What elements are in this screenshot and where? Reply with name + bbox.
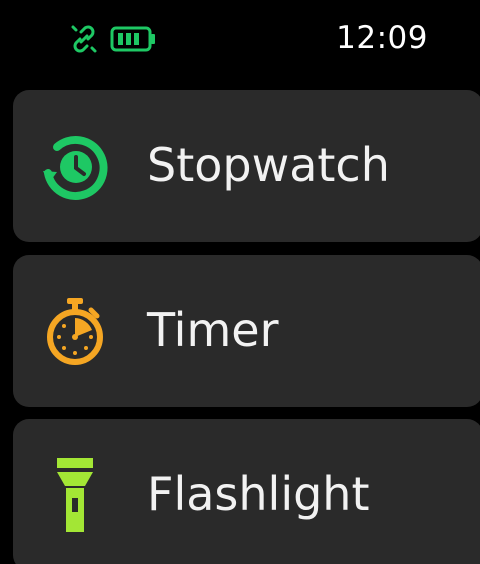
status-bar: 12:09 [0,0,480,80]
menu-item-flashlight[interactable]: Flashlight [13,419,480,564]
menu-item-timer[interactable]: Timer [13,255,480,407]
timer-label: Timer [147,303,279,357]
timer-icon [39,296,111,368]
flashlight-icon [39,458,111,532]
link-disconnected-icon [68,23,100,55]
flashlight-label: Flashlight [147,467,370,521]
battery-icon [110,25,158,53]
stopwatch-icon [39,131,111,203]
clock-time: 12:09 [336,20,428,56]
status-icons [68,22,158,56]
stopwatch-label: Stopwatch [147,138,390,192]
menu-item-stopwatch[interactable]: Stopwatch [13,90,480,242]
